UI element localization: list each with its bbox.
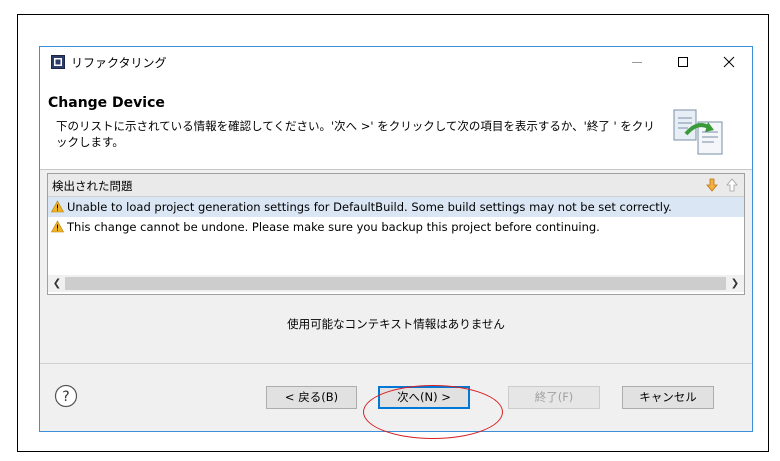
window-title: リファクタリング bbox=[71, 56, 167, 70]
finish-button[interactable]: 終了(F) bbox=[508, 386, 600, 409]
minimize-icon bbox=[632, 62, 642, 63]
problems-panel: 検出された問題 Unable to load project generatio… bbox=[47, 173, 745, 295]
page-title: Change Device bbox=[48, 95, 165, 111]
cancel-button[interactable]: キャンセル bbox=[622, 386, 714, 409]
problems-title: 検出された問題 bbox=[52, 179, 133, 193]
warning-icon bbox=[51, 220, 64, 233]
maximize-icon bbox=[678, 57, 688, 67]
problems-header: 検出された問題 bbox=[48, 174, 744, 197]
scroll-right-icon[interactable]: ❯ bbox=[727, 277, 743, 290]
highlight-annotation bbox=[363, 385, 503, 439]
page-description: 下のリストに示されている情報を確認してください。'次へ >' をクリックして次の… bbox=[56, 119, 655, 149]
problem-row[interactable]: This change cannot be undone. Please mak… bbox=[48, 217, 744, 237]
wizard-header: Change Device 下のリストに示されている情報を確認してください。'次… bbox=[40, 77, 752, 169]
help-icon[interactable]: ? bbox=[54, 384, 78, 408]
title-bar: リファクタリング bbox=[40, 47, 752, 77]
back-button[interactable]: < 戻る(B) bbox=[266, 386, 357, 409]
svg-text:?: ? bbox=[62, 389, 69, 405]
scroll-left-icon[interactable]: ❮ bbox=[49, 277, 65, 290]
context-message: 使用可能なコンテキスト情報はありません bbox=[287, 317, 505, 331]
close-button[interactable] bbox=[706, 47, 752, 77]
horizontal-scrollbar[interactable]: ❮ ❯ bbox=[48, 275, 744, 292]
refactor-wizard-icon bbox=[673, 109, 723, 155]
footer-divider bbox=[40, 363, 752, 364]
scrollbar-thumb[interactable] bbox=[65, 277, 726, 290]
minimize-button[interactable] bbox=[614, 47, 660, 77]
problem-text: Unable to load project generation settin… bbox=[67, 200, 672, 214]
app-icon bbox=[51, 55, 65, 69]
close-icon bbox=[723, 56, 735, 68]
arrow-up-icon[interactable] bbox=[724, 177, 740, 193]
header-divider bbox=[40, 169, 752, 170]
warning-icon bbox=[51, 200, 64, 213]
refactoring-dialog: リファクタリング Change Device 下のリストに示されている情報を確認… bbox=[39, 46, 753, 439]
arrow-down-icon[interactable] bbox=[704, 177, 720, 193]
maximize-button[interactable] bbox=[660, 47, 706, 77]
problem-text: This change cannot be undone. Please mak… bbox=[67, 220, 600, 234]
problem-row[interactable]: Unable to load project generation settin… bbox=[48, 197, 744, 217]
